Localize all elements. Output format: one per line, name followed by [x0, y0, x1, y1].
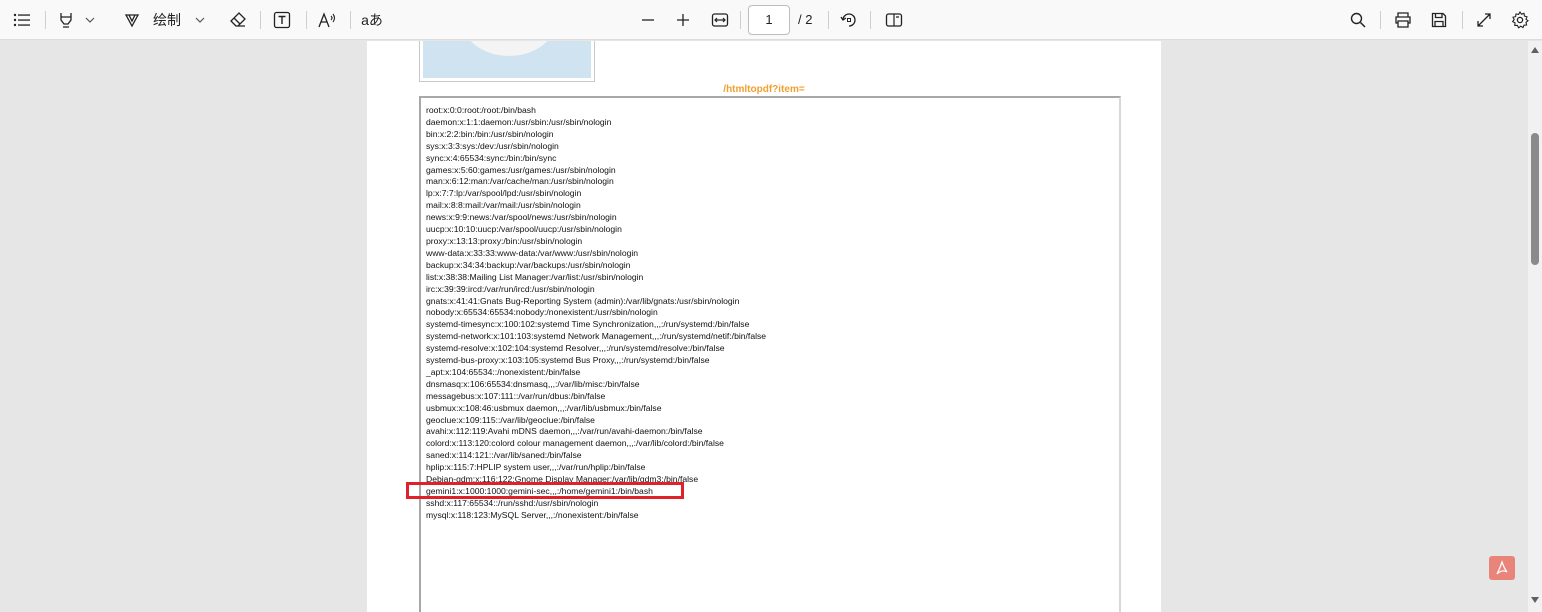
toolbar-divider — [306, 11, 307, 29]
scroll-up-arrow-icon[interactable] — [1531, 47, 1539, 53]
pdf-app-icon[interactable] — [1489, 556, 1515, 580]
passwd-line: systemd-resolve:x:102:104:systemd Resolv… — [426, 343, 725, 354]
passwd-line: backup:x:34:34:backup:/var/backups:/usr/… — [426, 259, 631, 270]
passwd-line: man:x:6:12:man:/var/cache/man:/usr/sbin/… — [426, 176, 614, 187]
toolbar-divider — [870, 11, 871, 29]
page-total: / 2 — [798, 12, 813, 27]
passwd-frame: root:x:0:0:root:/root:/bin/bash daemon:x:… — [419, 96, 1121, 612]
page-number-input[interactable]: 1 — [748, 5, 790, 35]
passwd-line: mail:x:8:8:mail:/var/mail:/usr/sbin/nolo… — [426, 200, 581, 211]
frame-title: /htmltopdf?item= — [723, 84, 805, 95]
zoom-out-icon[interactable] — [636, 6, 660, 34]
zoom-in-icon[interactable] — [671, 6, 695, 34]
passwd-line: mysql:x:118:123:MySQL Server,,,:/nonexis… — [426, 509, 639, 520]
passwd-line: games:x:5:60:games:/usr/games:/usr/sbin/… — [426, 164, 616, 175]
settings-icon[interactable] — [1508, 6, 1532, 34]
draw-dropdown-chevron-icon[interactable] — [192, 6, 208, 34]
passwd-line: daemon:x:1:1:daemon:/usr/sbin:/usr/sbin/… — [426, 116, 612, 127]
passwd-line: systemd-timesync:x:100:102:systemd Time … — [426, 319, 750, 330]
toolbar-divider — [828, 11, 829, 29]
embedded-image — [419, 41, 595, 82]
document-viewport[interactable]: /htmltopdf?item= root:x:0:0:root:/root:/… — [0, 41, 1528, 612]
passwd-line: systemd-network:x:101:103:systemd Networ… — [426, 331, 767, 342]
rotate-icon[interactable] — [837, 6, 861, 34]
fit-width-icon[interactable] — [708, 6, 732, 34]
print-icon[interactable] — [1391, 6, 1415, 34]
passwd-line: sshd:x:117:65534::/run/sshd:/usr/sbin/no… — [426, 497, 599, 508]
passwd-line: gnats:x:41:41:Gnats Bug-Reporting System… — [426, 295, 740, 306]
passwd-line: irc:x:39:39:ircd:/var/run/ircd:/usr/sbin… — [426, 283, 595, 294]
passwd-lines: root:x:0:0:root:/root:/bin/bash daemon:x:… — [426, 105, 766, 522]
passwd-line: root:x:0:0:root:/root:/bin/bash — [426, 105, 536, 115]
highlight-icon[interactable] — [54, 6, 78, 34]
toolbar-divider — [740, 11, 741, 29]
contents-icon[interactable] — [10, 6, 34, 34]
read-aloud-icon[interactable] — [316, 6, 340, 34]
fullscreen-icon[interactable] — [1472, 6, 1496, 34]
image-content — [423, 41, 591, 78]
highlight-dropdown-chevron-icon[interactable] — [82, 6, 98, 34]
passwd-line: list:x:38:38:Mailing List Manager:/var/l… — [426, 271, 644, 282]
draw-icon[interactable] — [120, 6, 144, 34]
passwd-line: lp:x:7:7:lp:/var/spool/lpd:/usr/sbin/nol… — [426, 188, 582, 199]
passwd-line: usbmux:x:108:46:usbmux daemon,,,:/var/li… — [426, 402, 662, 413]
passwd-line: hplip:x:115:7:HPLIP system user,,,:/var/… — [426, 462, 646, 473]
passwd-line: avahi:x:112:119:Avahi mDNS daemon,,,:/va… — [426, 426, 703, 437]
search-icon[interactable] — [1346, 6, 1370, 34]
passwd-line: geoclue:x:109:115::/var/lib/geoclue:/bin… — [426, 414, 595, 425]
passwd-line: sync:x:4:65534:sync:/bin:/bin/sync — [426, 152, 557, 163]
save-icon[interactable] — [1427, 6, 1451, 34]
passwd-line: colord:x:113:120:colord colour managemen… — [426, 438, 724, 449]
pdf-page: /htmltopdf?item= root:x:0:0:root:/root:/… — [367, 41, 1161, 612]
toolbar-divider — [1380, 11, 1381, 29]
image-shape — [461, 41, 557, 56]
scrollbar-thumb[interactable] — [1531, 133, 1539, 265]
translate-icon[interactable]: aあ — [358, 6, 386, 34]
passwd-line: dnsmasq:x:106:65534:dnsmasq,,,:/var/lib/… — [426, 378, 640, 389]
passwd-line: messagebus:x:107:111::/var/run/dbus:/bin… — [426, 390, 606, 401]
eraser-icon[interactable] — [226, 6, 250, 34]
passwd-line: proxy:x:13:13:proxy:/bin:/usr/sbin/nolog… — [426, 235, 583, 246]
passwd-line: nobody:x:65534:65534:nobody:/nonexistent… — [426, 307, 658, 318]
scroll-down-arrow-icon[interactable] — [1531, 597, 1539, 603]
highlight-annotation-box — [406, 482, 684, 499]
passwd-line: saned:x:114:121::/var/lib/saned:/bin/fal… — [426, 450, 582, 461]
passwd-line: _apt:x:104:65534::/nonexistent:/bin/fals… — [426, 366, 581, 377]
passwd-line: uucp:x:10:10:uucp:/var/spool/uucp:/usr/s… — [426, 224, 622, 235]
toolbar-divider — [45, 11, 46, 29]
toolbar-divider — [260, 11, 261, 29]
vertical-scrollbar[interactable] — [1528, 41, 1542, 612]
page-view-icon[interactable] — [882, 6, 906, 34]
draw-label[interactable]: 绘制 — [150, 6, 184, 34]
text-box-icon[interactable] — [270, 6, 294, 34]
passwd-line: www-data:x:33:33:www-data:/var/www:/usr/… — [426, 247, 639, 258]
passwd-line: news:x:9:9:news:/var/spool/news:/usr/sbi… — [426, 212, 617, 223]
toolbar-divider — [350, 11, 351, 29]
passwd-line: sys:x:3:3:sys:/dev:/usr/sbin/nologin — [426, 140, 559, 151]
passwd-line: systemd-bus-proxy:x:103:105:systemd Bus … — [426, 355, 710, 366]
pdf-toolbar: 绘制 aあ 1 / 2 — [0, 0, 1542, 40]
toolbar-divider — [1462, 11, 1463, 29]
passwd-line: bin:x:2:2:bin:/bin:/usr/sbin/nologin — [426, 128, 554, 139]
